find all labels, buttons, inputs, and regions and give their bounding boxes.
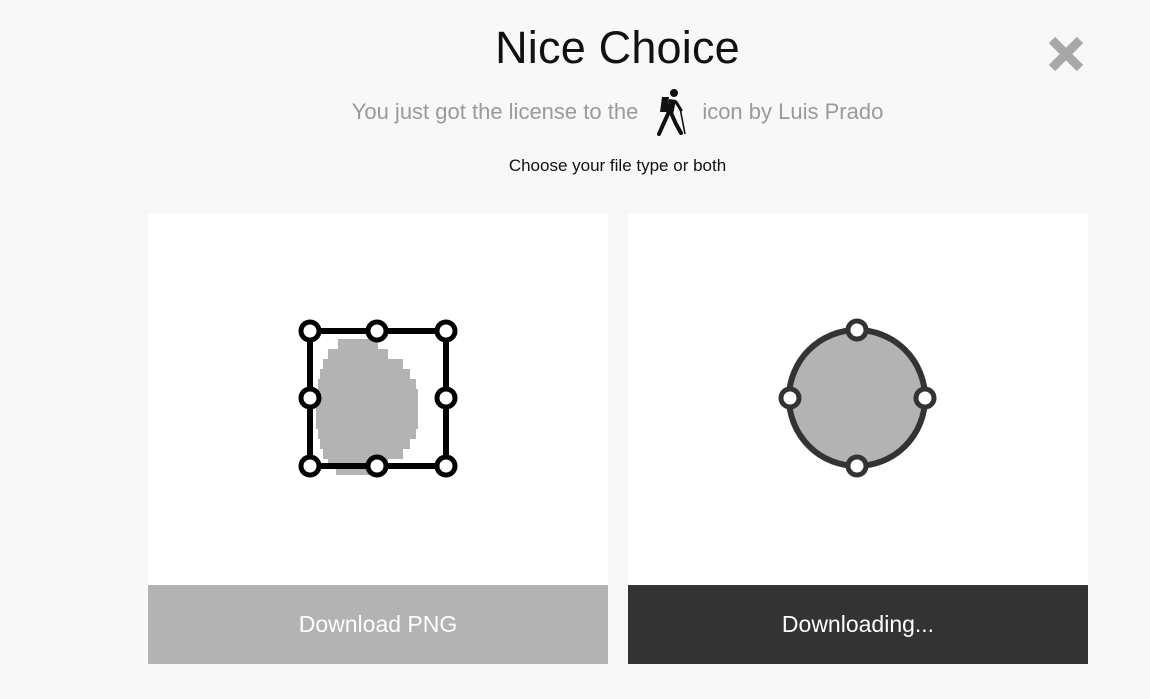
subtitle-prefix: You just got the license to the [351, 99, 639, 124]
close-button[interactable] [1047, 35, 1085, 73]
license-subtitle: You just got the license to the icon by … [0, 88, 1150, 136]
modal-title: Nice Choice [495, 22, 740, 73]
download-svg-button[interactable]: Downloading... [628, 585, 1088, 664]
download-png-button[interactable]: Download PNG [148, 585, 608, 664]
png-option-card[interactable]: Download PNG [148, 214, 608, 664]
file-type-instruction: Choose your file type or both [508, 156, 727, 175]
svg-option-card[interactable]: Downloading... [628, 214, 1088, 664]
svg-artwork [628, 214, 1088, 585]
hiker-icon [657, 89, 687, 136]
close-icon [1048, 36, 1084, 72]
png-artwork [148, 214, 608, 585]
download-modal: Nice Choice You just got the license to … [0, 0, 1150, 699]
svg-vector-icon [778, 318, 937, 478]
png-raster-icon [298, 319, 458, 478]
subtitle-suffix: icon by Luis Prado [702, 99, 884, 124]
